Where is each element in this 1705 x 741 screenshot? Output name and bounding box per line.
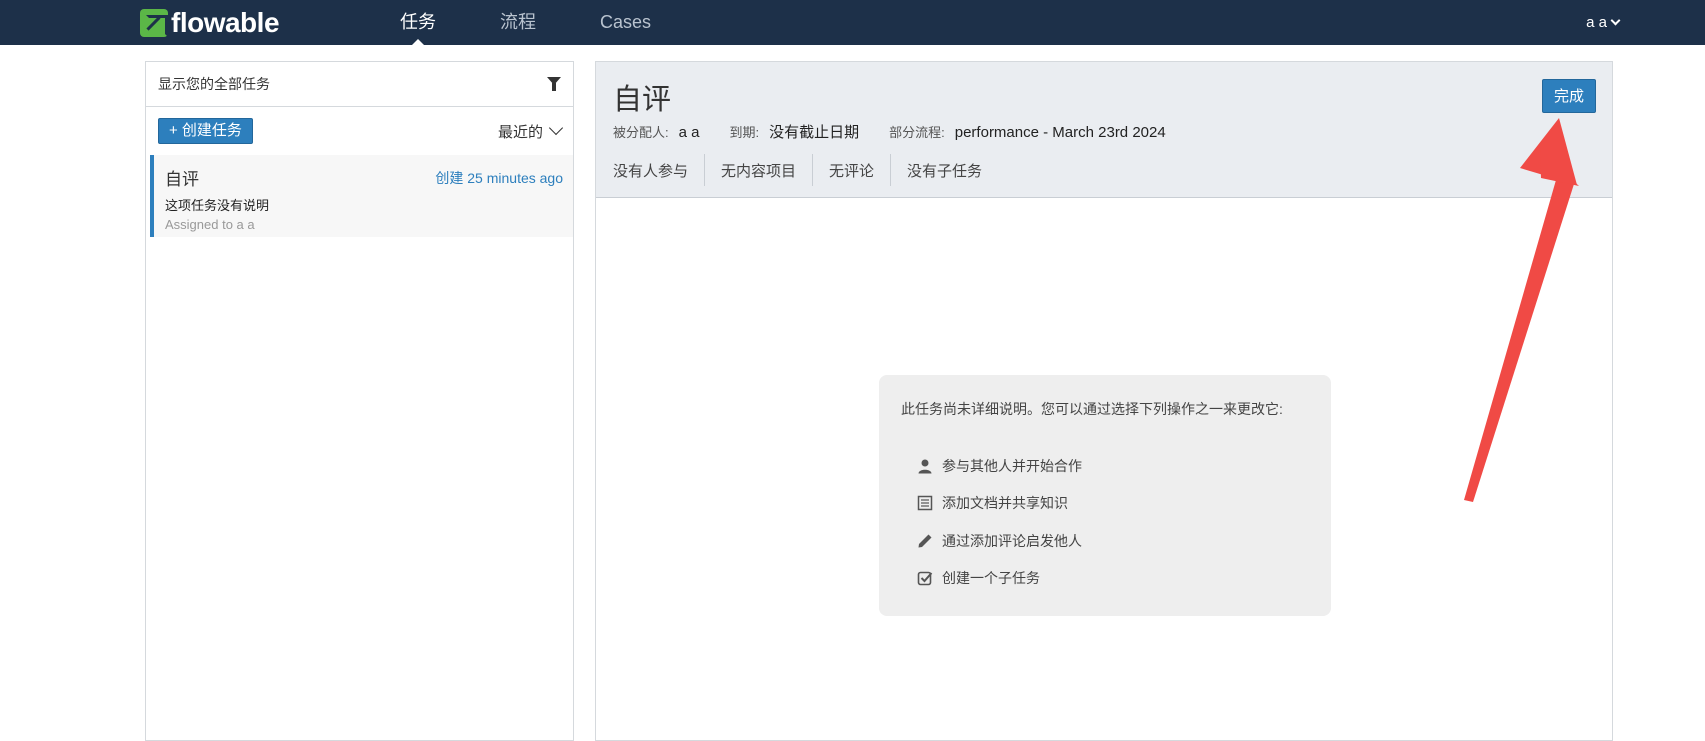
help-action-comment[interactable]: 通过添加评论启发他人 (917, 522, 1309, 560)
flowable-logo[interactable]: flowable (140, 7, 280, 38)
tab-content-items[interactable]: 无内容项目 (704, 154, 812, 186)
complete-task-button[interactable]: 完成 (1541, 79, 1596, 113)
task-list-item[interactable]: 自评 创建 25 minutes ago 这项任务没有说明 Assigned t… (150, 155, 573, 237)
task-meta-row: 被分配人: a a 到期: 没有截止日期 部分流程: performance -… (613, 121, 1596, 142)
due-value[interactable]: 没有截止日期 (769, 121, 859, 142)
task-list-toolbar: + 创建任务 最近的 (146, 107, 573, 155)
help-intro-text: 此任务尚未详细说明。您可以通过选择下列操作之一来更改它: (901, 401, 1283, 417)
task-item-description: 这项任务没有说明 (165, 198, 270, 213)
process-label: 部分流程: (889, 125, 945, 140)
sort-dropdown[interactable]: 最近的 (497, 120, 564, 142)
logo-text: flowable (171, 7, 280, 38)
help-action-label: 通过添加评论启发他人 (942, 532, 1082, 549)
user-name: a a (1586, 14, 1607, 31)
task-list-panel: 显示您的全部任务 + 创建任务 最近的 自评 创建 25 minutes ago… (145, 61, 574, 741)
checkbox-icon (917, 571, 933, 586)
help-action-involve[interactable]: 参与其他人并开始合作 (917, 447, 1309, 485)
nav-tab-cases[interactable]: Cases (600, 0, 651, 45)
nav-tab-tasks[interactable]: 任务 (400, 0, 436, 46)
assignee-label: 被分配人: (613, 125, 669, 140)
tab-involved-people[interactable]: 没有人参与 (613, 154, 704, 186)
help-action-label: 创建一个子任务 (942, 570, 1040, 587)
task-detail-title: 自评 (613, 84, 672, 116)
document-icon (917, 496, 933, 511)
help-action-list: 参与其他人并开始合作 添加文档并共享知识 通过添加评论启发他人 创建一个子任务 (917, 447, 1309, 597)
flowable-logo-icon (140, 9, 168, 37)
task-filter-bar[interactable]: 显示您的全部任务 (146, 62, 573, 107)
task-item-assignee: Assigned to a a (165, 217, 255, 232)
tab-subtasks[interactable]: 没有子任务 (890, 154, 998, 186)
create-task-button[interactable]: + 创建任务 (158, 118, 253, 144)
main-nav: 任务 流程 Cases (400, 0, 715, 46)
task-detail-tabs: 没有人参与 无内容项目 无评论 没有子任务 (613, 154, 1596, 186)
user-menu[interactable]: a a (1586, 0, 1621, 45)
top-navbar: flowable 任务 流程 Cases a a (0, 0, 1705, 46)
help-action-subtask[interactable]: 创建一个子任务 (917, 560, 1309, 598)
help-action-label: 参与其他人并开始合作 (942, 457, 1082, 474)
task-detail-header: 自评 被分配人: a a 到期: 没有截止日期 部分流程: performanc… (596, 62, 1612, 198)
pencil-icon (918, 534, 932, 548)
filter-icon[interactable] (547, 77, 561, 91)
chevron-down-icon (548, 120, 564, 136)
sort-label: 最近的 (497, 123, 543, 141)
process-value[interactable]: performance - March 23rd 2024 (955, 124, 1166, 141)
assignee-value[interactable]: a a (679, 124, 700, 141)
help-action-label: 添加文档并共享知识 (942, 495, 1068, 512)
chevron-down-icon (1610, 15, 1621, 26)
task-detail-panel: 自评 被分配人: a a 到期: 没有截止日期 部分流程: performanc… (595, 61, 1613, 741)
task-item-created: 创建 25 minutes ago (435, 170, 563, 186)
filter-text: 显示您的全部任务 (158, 76, 270, 92)
nav-tab-processes[interactable]: 流程 (500, 0, 536, 45)
due-label: 到期: (729, 125, 760, 140)
task-help-card: 此任务尚未详细说明。您可以通过选择下列操作之一来更改它: 参与其他人并开始合作 … (879, 375, 1331, 616)
help-action-document[interactable]: 添加文档并共享知识 (917, 485, 1309, 523)
user-icon (918, 459, 932, 474)
tab-comments[interactable]: 无评论 (812, 154, 890, 186)
